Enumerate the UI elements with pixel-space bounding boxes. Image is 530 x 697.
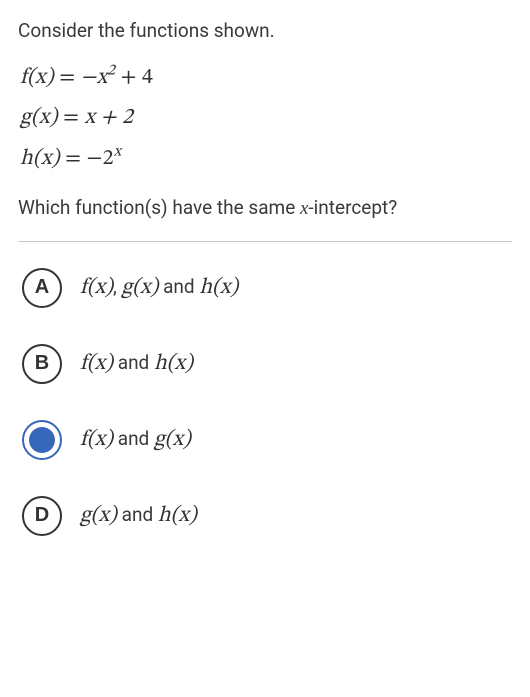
divider [18,241,512,242]
equation-f: f(x) = −x2 + 4 [20,63,512,94]
selected-dot-icon [29,427,55,453]
choice-b-bubble[interactable]: B [22,344,62,384]
choice-b-text: f(x) and h(x) [80,350,193,378]
choice-b[interactable]: B f(x) and h(x) [22,344,512,384]
choice-d-letter: D [35,504,49,527]
question-text: Which function(s) have the same x-interc… [18,195,512,223]
equation-g: g(x) = x + 2 [20,103,512,134]
choice-a-text: f(x), g(x) and h(x) [80,274,238,302]
choice-c-bubble[interactable] [22,420,62,460]
equation-block: f(x) = −x2 + 4 g(x) = x + 2 h(x) = −2x [18,63,512,175]
choice-d-text: g(x) and h(x) [80,502,197,530]
choice-list: A f(x), g(x) and h(x) B f(x) and h(x) f(… [18,268,512,536]
choice-a[interactable]: A f(x), g(x) and h(x) [22,268,512,308]
choice-a-letter: A [35,276,49,299]
choice-d-bubble[interactable]: D [22,496,62,536]
choice-c[interactable]: f(x) and g(x) [22,420,512,460]
choice-d[interactable]: D g(x) and h(x) [22,496,512,536]
choice-a-bubble[interactable]: A [22,268,62,308]
choice-c-text: f(x) and g(x) [80,426,191,454]
choice-b-letter: B [35,352,49,375]
equation-h: h(x) = −2x [20,144,512,175]
prompt-text: Consider the functions shown. [18,18,512,45]
